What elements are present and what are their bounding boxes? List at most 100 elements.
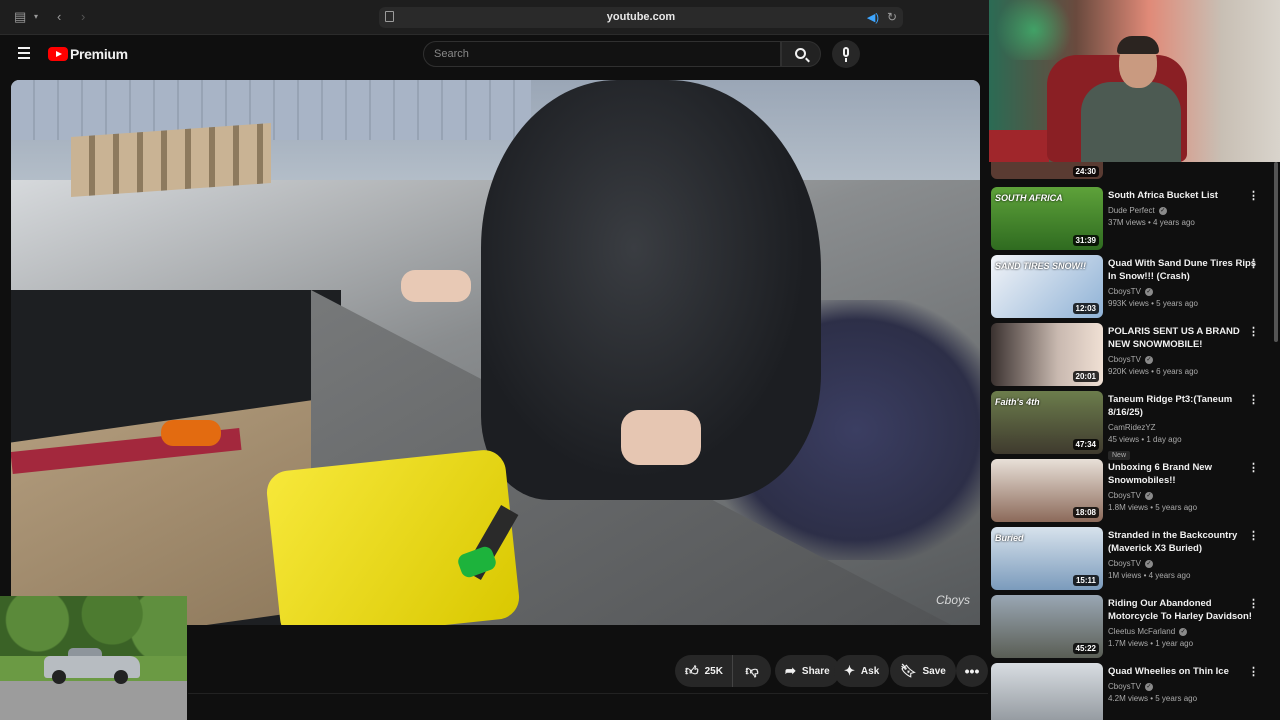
channel-name[interactable]: CboysTV [1108, 355, 1141, 364]
recommended-video[interactable]: SOUTH AFRICA 31:39 South Africa Bucket Lis… [991, 187, 1280, 250]
more-vertical-icon[interactable]: ⋮ [1248, 325, 1259, 338]
duration-badge: 20:01 [1072, 371, 1099, 382]
video-title[interactable]: Riding Our Abandoned Motorcycle To Harle… [1108, 597, 1258, 623]
video-title[interactable]: POLARIS SENT US A BRAND NEW SNOWMOBILE! [1108, 325, 1258, 351]
verified-check-icon: ✓ [1144, 355, 1153, 364]
recommended-video[interactable]: 18:08 Unboxing 6 Brand New Snowmobiles!! C… [991, 459, 1280, 522]
channel-name[interactable]: CamRidezYZ [1108, 423, 1156, 432]
verified-check-icon: ✓ [1144, 491, 1153, 500]
like-dislike-group: 👍︎ 25K 👎︎ [675, 655, 771, 687]
duration-badge: 31:39 [1072, 235, 1099, 246]
duration-badge: 12:03 [1072, 303, 1099, 314]
video-meta: 920K views • 6 years ago [1108, 367, 1198, 376]
video-meta: 1M views • 4 years ago [1108, 571, 1191, 580]
save-button[interactable]: 🔖︎ Save [890, 655, 956, 687]
verified-check-icon: ✓ [1158, 206, 1167, 215]
channel-name[interactable]: CboysTV [1108, 559, 1141, 568]
verified-check-icon: ✓ [1144, 682, 1153, 691]
browser-toolbar: ▤ ▾ ‹ › youtube.com ◀) ↻ [0, 0, 989, 35]
menu-icon[interactable] [18, 47, 30, 59]
youtube-logo[interactable]: Premium [48, 46, 128, 62]
search-icon [795, 48, 806, 59]
more-vertical-icon[interactable]: ⋮ [1248, 257, 1259, 270]
chevron-down-icon[interactable]: ▾ [34, 10, 38, 24]
back-arrow-icon[interactable]: ‹ [57, 10, 61, 24]
webcam-overlay [989, 0, 1280, 162]
duration-badge: 18:08 [1072, 507, 1099, 518]
search-box[interactable] [423, 41, 781, 67]
recommended-video[interactable]: 45:22 Riding Our Abandoned Motorcycle To … [991, 595, 1280, 658]
more-vertical-icon[interactable]: ⋮ [1248, 393, 1259, 406]
youtube-header: Premium [0, 36, 989, 76]
share-button[interactable]: ➦ Share [775, 655, 840, 687]
thumbs-up-icon: 👍︎ [685, 663, 699, 678]
thumbnail-text: Faith's 4th [995, 397, 1040, 407]
video-thumbnail[interactable]: 45:22 [991, 595, 1103, 658]
channel-name[interactable]: CboysTV [1108, 491, 1141, 500]
dislike-button[interactable]: 👎︎ [733, 655, 771, 687]
forward-arrow-icon[interactable]: › [81, 10, 85, 24]
video-meta: 993K views • 5 years ago [1108, 299, 1198, 308]
bookmark-icon: 🔖︎ [900, 663, 917, 678]
sidebar-toggle-icon[interactable]: ▤ [14, 10, 26, 24]
search-input[interactable] [424, 42, 780, 66]
video-thumbnail[interactable] [991, 663, 1103, 720]
more-vertical-icon[interactable]: ⋮ [1248, 597, 1259, 610]
thumbs-down-icon: 👎︎ [745, 663, 759, 678]
video-thumbnail[interactable]: SOUTH AFRICA 31:39 [991, 187, 1103, 250]
video-meta: 4.2M views • 5 years ago [1108, 694, 1198, 703]
microphone-icon [843, 47, 849, 57]
recommended-video[interactable]: Quad Wheelies on Thin Ice CboysTV ✓ 4.2M vi… [991, 663, 1280, 720]
recommended-video[interactable]: 20:01 POLARIS SENT US A BRAND NEW SNOWMOB… [991, 323, 1280, 386]
save-label: Save [922, 665, 946, 677]
video-meta: 37M views • 4 years ago [1108, 218, 1195, 227]
video-title[interactable]: South Africa Bucket List [1108, 189, 1258, 202]
channel-name[interactable]: CboysTV [1108, 682, 1141, 691]
video-thumbnail[interactable]: Buried 15:11 [991, 527, 1103, 590]
video-player[interactable]: Cboys [11, 80, 980, 625]
video-title[interactable]: Quad Wheelies on Thin Ice [1108, 665, 1258, 678]
reload-icon[interactable]: ↻ [887, 10, 897, 24]
more-horizontal-icon: ••• [964, 663, 980, 679]
video-thumbnail[interactable]: SAND TIRES SNOW!! 12:03 [991, 255, 1103, 318]
more-actions-button[interactable]: ••• [956, 655, 988, 687]
more-vertical-icon[interactable]: ⋮ [1248, 189, 1259, 202]
description-area [188, 693, 988, 720]
recommendations-sidebar: 24:30 SOUTH AFRICA 31:39 South Africa Buck… [989, 162, 1280, 720]
duration-badge: 24:30 [1072, 166, 1099, 177]
verified-check-icon: ✓ [1179, 627, 1188, 636]
verified-check-icon: ✓ [1144, 287, 1153, 296]
thumbnail-text: SAND TIRES SNOW!! [995, 261, 1086, 271]
channel-name[interactable]: Dude Perfect [1108, 206, 1155, 215]
thumbnail-text: SOUTH AFRICA [995, 193, 1063, 203]
video-thumbnail[interactable]: Faith's 4th 47:34 [991, 391, 1103, 454]
youtube-play-icon [48, 47, 68, 61]
channel-name[interactable]: Cleetus McFarland [1108, 627, 1175, 636]
video-title[interactable]: Unboxing 6 Brand New Snowmobiles!! [1108, 461, 1258, 487]
address-bar[interactable]: youtube.com ◀) ↻ [379, 7, 903, 28]
video-title[interactable]: Taneum Ridge Pt3:(Taneum 8/16/25) [1108, 393, 1258, 419]
recommended-video[interactable]: SAND TIRES SNOW!! 12:03 Quad With Sand Dun… [991, 255, 1280, 318]
recommended-video[interactable]: Buried 15:11 Stranded in the Backcountry (… [991, 527, 1280, 590]
partial-thumbnail[interactable]: 24:30 [991, 162, 1103, 179]
share-label: Share [801, 665, 830, 677]
video-title[interactable]: Quad With Sand Dune Tires Rips In Snow!!… [1108, 257, 1258, 283]
more-vertical-icon[interactable]: ⋮ [1248, 665, 1259, 678]
speaker-icon[interactable]: ◀) [867, 11, 879, 24]
more-vertical-icon[interactable]: ⋮ [1248, 529, 1259, 542]
more-vertical-icon[interactable]: ⋮ [1248, 461, 1259, 474]
ask-button[interactable]: ✦ Ask [834, 655, 890, 687]
video-meta: 1.7M views • 1 year ago [1108, 639, 1194, 648]
recommended-video[interactable]: Faith's 4th 47:34 Taneum Ridge Pt3:(Taneum… [991, 391, 1280, 460]
video-thumbnail[interactable]: 20:01 [991, 323, 1103, 386]
like-button[interactable]: 👍︎ 25K [675, 655, 733, 687]
sparkle-icon: ✦ [844, 663, 855, 678]
ask-label: Ask [860, 665, 880, 677]
channel-name[interactable]: CboysTV [1108, 287, 1141, 296]
duration-badge: 45:22 [1072, 643, 1099, 654]
search-button[interactable] [781, 41, 821, 67]
thumbnail-text: Buried [995, 533, 1024, 543]
video-thumbnail[interactable]: 18:08 [991, 459, 1103, 522]
voice-search-button[interactable] [832, 40, 860, 68]
video-title[interactable]: Stranded in the Backcountry (Maverick X3… [1108, 529, 1258, 555]
